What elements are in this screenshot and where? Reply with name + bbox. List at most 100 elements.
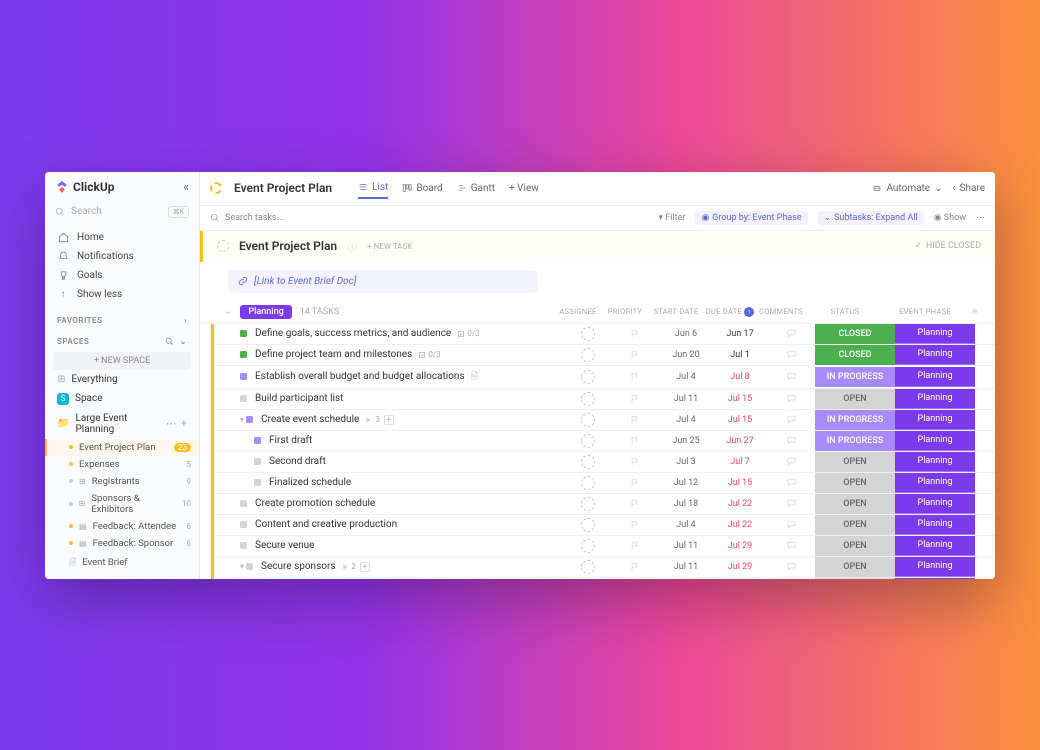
start-date-cell[interactable]: Jul 12 — [659, 478, 713, 488]
task-row[interactable]: Define goals, success metrics, and audie… — [214, 324, 995, 345]
phase-cell[interactable]: Planning — [895, 367, 975, 387]
task-row[interactable]: First draftJun 25Jun 27IN PROGRESSPlanni… — [214, 431, 995, 452]
start-date-cell[interactable]: Jul 3 — [659, 457, 713, 467]
nav-show-less[interactable]: ↑ Show less — [45, 285, 199, 304]
status-cell[interactable]: OPEN — [815, 557, 895, 577]
status-cell[interactable]: OPEN — [815, 473, 895, 493]
status-cell[interactable]: OPEN — [815, 536, 895, 556]
assignee-cell[interactable] — [565, 560, 611, 574]
task-status-square[interactable] — [240, 542, 247, 549]
phase-cell[interactable]: Planning — [895, 389, 975, 409]
task-row[interactable]: Create partnership proposalsJun 27Jul 1O… — [214, 578, 995, 579]
sidebar-list-item[interactable]: ▤Feedback: Sponsor6 — [45, 535, 199, 552]
add-column-button[interactable]: ⊕ — [965, 307, 985, 317]
hide-closed-button[interactable]: ✓ HIDE CLOSED — [914, 241, 981, 251]
group-by-pill[interactable]: ◉Group by: Event Phase — [695, 211, 807, 225]
new-task-button[interactable]: + NEW TASK — [367, 242, 412, 251]
phase-cell[interactable]: Planning — [895, 431, 975, 451]
comments-cell[interactable] — [767, 328, 815, 339]
task-status-square[interactable] — [246, 563, 253, 570]
task-row[interactable]: Define project team and milestones0/3Jun… — [214, 345, 995, 366]
status-cell[interactable]: IN PROGRESS — [815, 410, 895, 430]
col-assignee[interactable]: ASSIGNEE — [555, 307, 601, 317]
col-comments[interactable]: COMMENTS — [757, 307, 805, 317]
comments-cell[interactable] — [767, 456, 815, 467]
phase-cell[interactable]: Planning — [895, 494, 975, 514]
phase-cell[interactable]: Planning — [895, 557, 975, 577]
priority-cell[interactable] — [611, 541, 659, 551]
priority-cell[interactable] — [611, 499, 659, 509]
filter-button[interactable]: ▾ Filter — [659, 213, 686, 223]
comments-cell[interactable] — [767, 561, 815, 572]
due-date-cell[interactable]: Jul 7 — [713, 457, 767, 467]
folder-item[interactable]: 📁 Large Event Planning ⋯ + — [45, 409, 199, 439]
task-row[interactable]: Content and creative productionJul 4Jul … — [214, 515, 995, 536]
due-date-cell[interactable]: Jul 1 — [713, 350, 767, 360]
task-status-square[interactable] — [246, 416, 253, 423]
nav-home[interactable]: Home — [45, 228, 199, 247]
status-cell[interactable]: IN PROGRESS — [815, 431, 895, 451]
task-status-square[interactable] — [254, 479, 261, 486]
expand-toggle-icon[interactable]: ▾ — [240, 415, 244, 424]
priority-cell[interactable] — [611, 562, 659, 572]
task-status-square[interactable] — [254, 437, 261, 444]
col-due-date[interactable]: DUE DATE ↑ — [703, 307, 757, 317]
priority-cell[interactable] — [611, 436, 659, 446]
task-status-square[interactable] — [254, 458, 261, 465]
assignee-cell[interactable] — [565, 455, 611, 469]
start-date-cell[interactable]: Jul 11 — [659, 394, 713, 404]
task-row[interactable]: Build participant listJul 11Jul 15OPENPl… — [214, 389, 995, 410]
due-date-cell[interactable]: Jul 15 — [713, 394, 767, 404]
everything-item[interactable]: ⊞ Everything — [45, 370, 199, 389]
comments-cell[interactable] — [767, 349, 815, 360]
assignee-cell[interactable] — [565, 413, 611, 427]
task-row[interactable]: Establish overall budget and budget allo… — [214, 366, 995, 389]
due-date-cell[interactable]: Jul 8 — [713, 372, 767, 382]
phase-cell[interactable]: Planning — [895, 452, 975, 472]
share-button[interactable]: ‹ Share — [953, 183, 986, 194]
assignee-cell[interactable] — [565, 370, 611, 384]
priority-cell[interactable] — [611, 457, 659, 467]
task-status-square[interactable] — [240, 521, 247, 528]
priority-cell[interactable] — [611, 350, 659, 360]
task-status-square[interactable] — [240, 373, 247, 380]
priority-cell[interactable] — [611, 372, 659, 382]
sidebar-list-item[interactable]: ▤Feedback: Attendee6 — [45, 518, 199, 535]
col-priority[interactable]: PRIORITY — [601, 307, 649, 317]
priority-cell[interactable] — [611, 415, 659, 425]
assignee-cell[interactable] — [565, 497, 611, 511]
comments-cell[interactable] — [767, 393, 815, 404]
phase-cell[interactable]: Planning — [895, 515, 975, 535]
tab-list[interactable]: List — [358, 178, 388, 199]
col-start-date[interactable]: START DATE — [649, 307, 703, 317]
task-search-input[interactable]: Search tasks... — [210, 213, 284, 223]
task-row[interactable]: Second draftJul 3Jul 7OPENPlanning — [214, 452, 995, 473]
task-row[interactable]: Secure venueJul 11Jul 29OPENPlanning — [214, 536, 995, 557]
status-cell[interactable]: CLOSED — [815, 324, 895, 344]
due-date-cell[interactable]: Jul 15 — [713, 415, 767, 425]
sidebar-list-item[interactable]: Expenses5 — [45, 456, 199, 473]
sidebar-list-item[interactable]: ⊞Sponsors & Exhibitors10 — [45, 490, 199, 518]
add-subtask-button[interactable]: + — [360, 562, 370, 572]
due-date-cell[interactable]: Jul 29 — [713, 562, 767, 572]
list-status-ring-icon[interactable] — [210, 182, 222, 194]
col-status[interactable]: STATUS — [805, 307, 885, 317]
phase-cell[interactable]: Planning — [895, 345, 975, 365]
assignee-cell[interactable] — [565, 434, 611, 448]
start-date-cell[interactable]: Jun 20 — [659, 350, 713, 360]
task-status-square[interactable] — [240, 395, 247, 402]
comments-cell[interactable] — [767, 519, 815, 530]
favorites-header[interactable]: FAVORITES › — [45, 310, 199, 331]
priority-cell[interactable] — [611, 329, 659, 339]
phase-cell[interactable]: Planning — [895, 578, 975, 579]
chevron-down-icon[interactable]: ⌄ — [224, 306, 232, 317]
due-date-cell[interactable]: Jul 15 — [713, 478, 767, 488]
info-icon[interactable]: ⓘ — [347, 239, 357, 254]
task-row[interactable]: Create promotion scheduleJul 18Jul 22OPE… — [214, 494, 995, 515]
start-date-cell[interactable]: Jul 4 — [659, 415, 713, 425]
sidebar-list-item[interactable]: Event Project Plan23 — [45, 439, 199, 456]
phase-cell[interactable]: Planning — [895, 324, 975, 344]
status-cell[interactable]: IN PROGRESS — [815, 367, 895, 387]
tab-board[interactable]: Board — [402, 179, 442, 198]
sidebar-doc-item[interactable]: 🗎Event Brief — [45, 552, 199, 574]
